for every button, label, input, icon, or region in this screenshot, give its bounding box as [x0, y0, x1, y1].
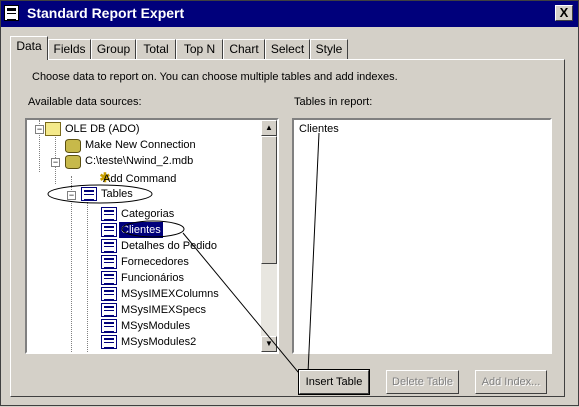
- delete-table-button[interactable]: Delete Table: [386, 370, 459, 394]
- annotation-ellipse-clientes: [121, 220, 185, 238]
- report-expert-window: Standard Report Expert X Data Fields Gro…: [0, 0, 579, 406]
- add-index-button[interactable]: Add Index...: [475, 370, 547, 394]
- annotation-line-to-insert: [182, 232, 309, 385]
- annotation-line-from-report: [307, 132, 320, 374]
- annotation-ellipse-tables: [47, 184, 153, 204]
- insert-table-button[interactable]: Insert Table: [298, 369, 370, 395]
- annotation-overlay: [47, 132, 320, 385]
- tab-data[interactable]: Data: [10, 36, 48, 60]
